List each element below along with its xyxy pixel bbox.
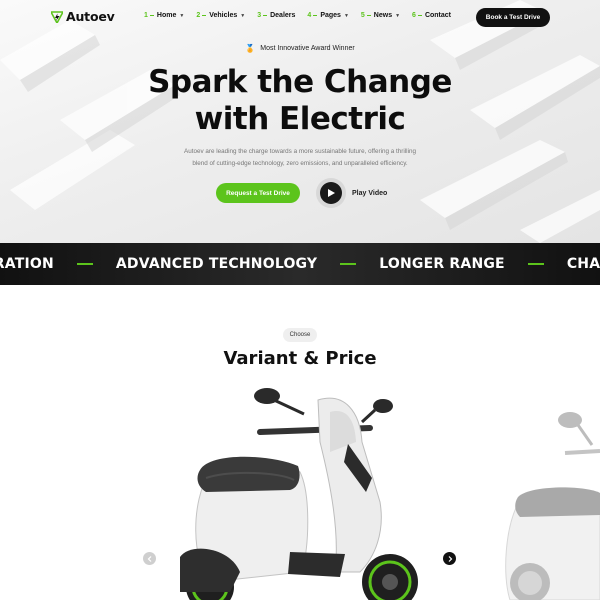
nav-item-label: Vehicles [209,12,238,19]
ticker-item: ADVANCED TECHNOLOGY [115,256,318,272]
hero-title-line-2: with Electric [194,101,406,137]
ticker-separator [527,263,544,265]
award-text: Most Innovative Award Winner [260,45,355,52]
nav-dash [149,15,154,16]
chevron-down-icon: ▼ [395,12,401,19]
play-video-label: Play Video [352,189,388,197]
scooter-image [180,388,418,600]
ticker-item: ERATION [0,256,54,272]
nav-item-pages[interactable]: 4 Pages ▼ [307,12,348,19]
scooter-image-secondary [505,412,600,600]
ticker-item: CHARGING I [566,256,600,272]
play-video-button[interactable]: Play Video [316,178,387,208]
play-button-ring [316,178,346,208]
hero-title-line-1: Spark the Change [148,64,452,100]
chevron-right-icon [448,555,452,562]
play-icon [320,182,342,204]
nav-item-home[interactable]: 1 Home ▼ [144,12,184,19]
nav-item-label: Contact [424,12,452,19]
ticker-item: LONGER RANGE [379,256,505,272]
nav-dash [313,15,318,16]
chevron-down-icon: ▼ [179,12,185,19]
nav-item-contact[interactable]: 6 Contact [412,12,451,19]
chevron-down-icon: ▼ [343,12,349,19]
brand-name: Autoev [66,9,115,24]
nav-dash [417,15,422,16]
ticker-track: ERATION ADVANCED TECHNOLOGY LONGER RANGE… [0,243,600,285]
nav-item-number: 3 [257,12,262,19]
chevron-down-icon: ▼ [240,12,246,19]
chevron-left-icon [147,555,151,562]
section-eyebrow: Choose [283,328,317,342]
brand-logo[interactable]: Autoev [51,9,115,24]
nav-item-number: 5 [360,12,365,19]
hero-description-line-2: blend of cutting-edge technology, zero e… [192,160,408,167]
top-navigation: Autoev 1 Home ▼ 2 Vehicles ▼ 3 Dealers 4 [0,0,600,34]
hero-section: Autoev 1 Home ▼ 2 Vehicles ▼ 3 Dealers 4 [0,0,600,243]
hero-description: Autoev are leading the charge towards a … [140,146,460,170]
nav-item-dealers[interactable]: 3 Dealers [257,12,295,19]
award-badge: 🏅 Most Innovative Award Winner [0,44,600,53]
book-test-drive-button[interactable]: Book a Test Drive [476,8,550,27]
hero-title: Spark the Change with Electric [0,64,600,138]
ticker-separator [340,263,357,265]
nav-item-label: Home [156,12,177,19]
ticker-separator [76,263,93,265]
main-menu: 1 Home ▼ 2 Vehicles ▼ 3 Dealers 4 Pages … [144,12,463,19]
nav-item-number: 1 [144,12,148,19]
nav-dash [202,15,207,16]
lightning-shield-icon [51,10,63,23]
nav-item-number: 4 [307,12,312,19]
nav-item-label: Pages [320,12,341,19]
request-test-drive-button[interactable]: Request a Test Drive [216,183,300,203]
nav-item-news[interactable]: 5 News ▼ [361,12,400,19]
nav-item-number: 6 [412,12,416,19]
award-medal-icon: 🏅 [245,44,256,53]
nav-item-label: Dealers [270,12,296,19]
nav-item-label: News [373,12,393,19]
nav-item-number: 2 [196,12,201,19]
feature-ticker: ERATION ADVANCED TECHNOLOGY LONGER RANGE… [0,243,600,285]
nav-dash [366,15,371,16]
nav-dash [263,15,268,16]
section-title: Variant & Price [223,348,377,369]
hero-cta-row: Request a Test Drive Play Video [216,178,387,208]
hero-description-line-1: Autoev are leading the charge towards a … [184,148,416,155]
carousel-prev-button[interactable] [143,552,156,565]
carousel-next-button[interactable] [443,552,456,565]
nav-item-vehicles[interactable]: 2 Vehicles ▼ [196,12,245,19]
